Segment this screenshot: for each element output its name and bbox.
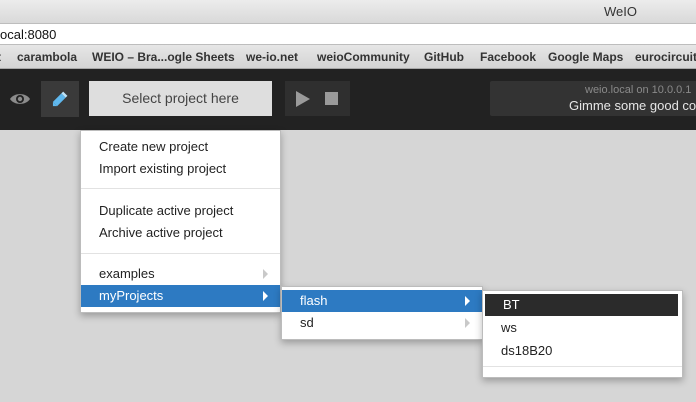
menu-item-import-project[interactable]: Import existing project <box>81 158 280 180</box>
stop-icon[interactable] <box>325 92 338 105</box>
menu-item-label: examples <box>99 266 155 281</box>
chevron-right-icon <box>465 318 470 328</box>
app-toolbar: Select project here weio.local on 10.0.0… <box>0 69 696 130</box>
chevron-right-icon <box>263 291 268 301</box>
status-message: Gimme some good cod <box>569 98 696 113</box>
chevron-right-icon <box>465 296 470 306</box>
status-host: weio.local on 10.0.0.1 <box>585 84 692 96</box>
bookmark-item[interactable]: WEIO – Bra...ogle Sheets <box>92 50 235 64</box>
project-selector-button[interactable]: Select project here <box>89 81 272 116</box>
play-icon[interactable] <box>296 91 310 107</box>
address-bar[interactable]: ocal:8080 <box>0 23 696 45</box>
menu-item-examples[interactable]: examples <box>81 263 280 285</box>
editor-button[interactable] <box>41 81 79 117</box>
project-item-ws[interactable]: ws <box>483 317 682 339</box>
project-item-ds18b20[interactable]: ds18B20 <box>483 340 682 362</box>
bookmark-item[interactable]: t <box>0 50 1 64</box>
bookmark-item[interactable]: GitHub <box>424 50 464 64</box>
status-box: weio.local on 10.0.0.1 Gimme some good c… <box>490 81 696 116</box>
eye-icon <box>10 94 30 104</box>
menu-divider <box>81 253 280 254</box>
bookmark-item[interactable]: we-io.net <box>246 50 298 64</box>
pencil-icon <box>52 91 68 107</box>
menu-item-archive-project[interactable]: Archive active project <box>81 222 280 244</box>
submenu-item-sd[interactable]: sd <box>282 312 482 334</box>
project-menu: Create new project Import existing proje… <box>80 130 281 313</box>
bookmark-item[interactable]: carambola <box>17 50 77 64</box>
menu-item-label: flash <box>300 293 328 308</box>
menu-item-label: myProjects <box>99 288 164 303</box>
myprojects-submenu: flash sd <box>281 286 483 340</box>
bookmark-item[interactable]: Google Maps <box>548 50 623 64</box>
bookmark-item[interactable]: eurocircuit <box>635 50 696 64</box>
menu-item-label: sd <box>300 315 314 330</box>
menu-item-duplicate-project[interactable]: Duplicate active project <box>81 200 280 222</box>
project-item-bt[interactable]: BT <box>485 294 678 316</box>
menu-item-create-project[interactable]: Create new project <box>81 136 280 158</box>
submenu-item-flash[interactable]: flash <box>282 290 482 312</box>
chevron-right-icon <box>263 269 268 279</box>
bookmark-item[interactable]: weioCommunity <box>317 50 410 64</box>
window-title: WeIO <box>604 4 637 19</box>
bookmark-item[interactable]: Facebook <box>480 50 536 64</box>
flash-submenu: BT ws ds18B20 <box>482 290 683 378</box>
bookmarks-bar: t carambola WEIO – Bra...ogle Sheets we-… <box>0 45 696 69</box>
menu-item-myprojects[interactable]: myProjects <box>81 285 280 307</box>
menu-divider <box>81 188 280 189</box>
preview-button[interactable] <box>3 81 37 117</box>
run-controls <box>285 81 350 116</box>
window-titlebar: WeIO <box>0 0 696 23</box>
menu-divider <box>483 366 682 367</box>
url-text[interactable]: ocal:8080 <box>0 27 56 42</box>
